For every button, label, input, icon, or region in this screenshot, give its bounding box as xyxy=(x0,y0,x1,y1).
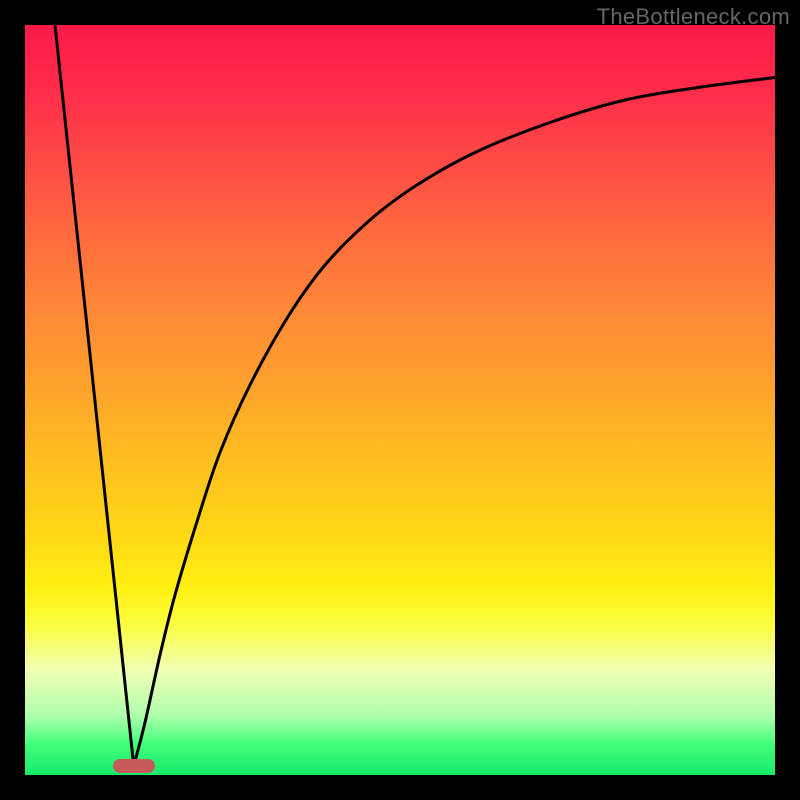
chart-frame: TheBottleneck.com xyxy=(0,0,800,800)
left-line xyxy=(55,25,134,766)
right-curve xyxy=(134,78,775,767)
curve-svg xyxy=(25,25,775,775)
watermark-text: TheBottleneck.com xyxy=(597,4,790,30)
plot-area xyxy=(25,25,775,775)
optimal-marker xyxy=(113,759,155,773)
